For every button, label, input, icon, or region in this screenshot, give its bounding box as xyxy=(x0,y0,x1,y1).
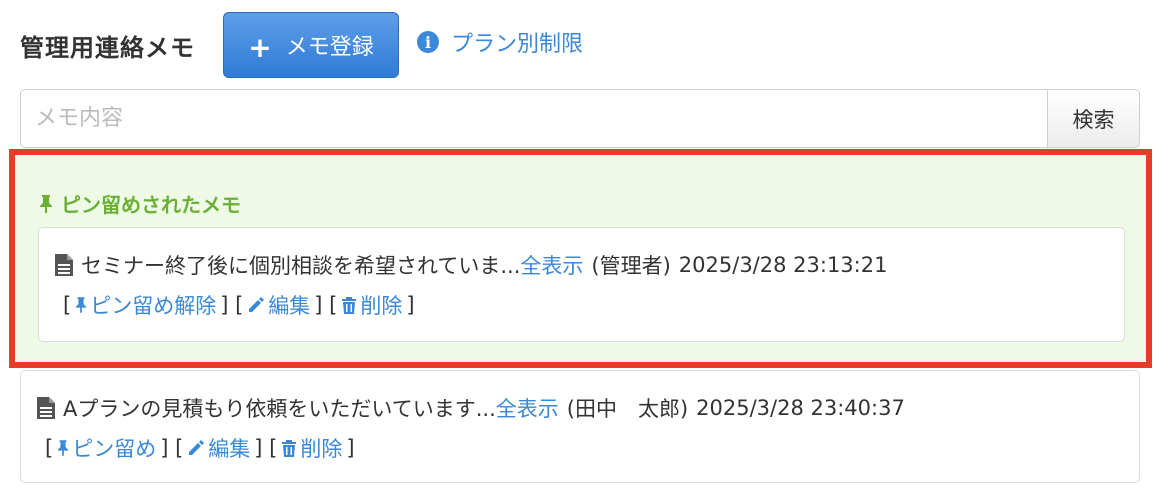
info-icon: i xyxy=(417,31,439,53)
delete-action[interactable]: 削除 xyxy=(281,433,342,463)
pin-label: ピン留め xyxy=(72,437,157,461)
document-icon xyxy=(37,397,55,419)
pin-action[interactable]: ピン留め xyxy=(57,433,156,463)
plan-limit-label: プラン別制限 xyxy=(451,32,584,57)
pencil-icon xyxy=(249,297,265,312)
register-memo-label: メモ登録 xyxy=(285,35,374,60)
edit-action[interactable]: 編集 xyxy=(187,433,250,463)
memo-actions: [ ピン留め ] [ 編集 ] [ 削除 ] xyxy=(41,433,359,463)
delete-label: 削除 xyxy=(300,437,343,461)
show-all-link[interactable]: 全表示 xyxy=(520,250,583,280)
show-all-link[interactable]: 全表示 xyxy=(496,393,559,423)
edit-label: 編集 xyxy=(268,294,311,318)
pin-icon xyxy=(39,194,53,213)
pin-icon xyxy=(76,297,87,313)
delete-action[interactable]: 削除 xyxy=(341,290,402,320)
trash-icon xyxy=(282,440,297,457)
register-memo-button[interactable]: + メモ登録 xyxy=(223,12,399,78)
pin-icon xyxy=(58,440,69,456)
memo-search-input[interactable] xyxy=(20,89,1047,148)
memo-content-line: セミナー終了後に個別相談を希望されていま... 全表示 (管理者) 2025/3… xyxy=(55,250,887,280)
delete-label: 削除 xyxy=(360,294,403,318)
memo-text: セミナー終了後に個別相談を希望されていま... xyxy=(81,254,521,278)
page-title: 管理用連絡メモ xyxy=(20,33,195,62)
pinned-heading: ピン留めされたメモ xyxy=(39,189,241,218)
memo-timestamp: 2025/3/28 23:13:21 xyxy=(678,253,888,277)
memo-author: (田中 太郎) xyxy=(566,397,689,421)
search-button[interactable]: 検索 xyxy=(1047,89,1140,148)
unpin-label: ピン留め解除 xyxy=(90,294,217,318)
plus-icon: + xyxy=(248,30,272,64)
trash-icon xyxy=(342,297,357,314)
memo-card: Aプランの見積もり依頼をいただいています... 全表示 (田中 太郎) 2025… xyxy=(20,370,1140,483)
pinned-memos-section: ピン留めされたメモ セミナー終了後に個別相談を希望されていま... 全表示 (管… xyxy=(9,149,1152,368)
memo-author: (管理者) xyxy=(591,254,671,278)
edit-label: 編集 xyxy=(208,437,251,461)
pinned-heading-text: ピン留めされたメモ xyxy=(61,193,241,217)
unpin-action[interactable]: ピン留め解除 xyxy=(75,290,216,320)
memo-actions: [ ピン留め解除 ] [ 編集 ] [ 削除 ] xyxy=(59,290,419,320)
header: 管理用連絡メモ + メモ登録 i プラン別制限 xyxy=(20,12,583,78)
edit-action[interactable]: 編集 xyxy=(247,290,310,320)
pinned-memo-card: セミナー終了後に個別相談を希望されていま... 全表示 (管理者) 2025/3… xyxy=(38,227,1125,342)
search-bar: 検索 xyxy=(20,89,1140,148)
memo-text: Aプランの見積もり依頼をいただいています... xyxy=(63,397,496,421)
plan-limit-link[interactable]: i プラン別制限 xyxy=(417,26,583,58)
pencil-icon xyxy=(189,440,205,455)
memo-timestamp: 2025/3/28 23:40:37 xyxy=(696,396,905,420)
document-icon xyxy=(55,254,73,276)
memo-content-line: Aプランの見積もり依頼をいただいています... 全表示 (田中 太郎) 2025… xyxy=(37,393,905,423)
